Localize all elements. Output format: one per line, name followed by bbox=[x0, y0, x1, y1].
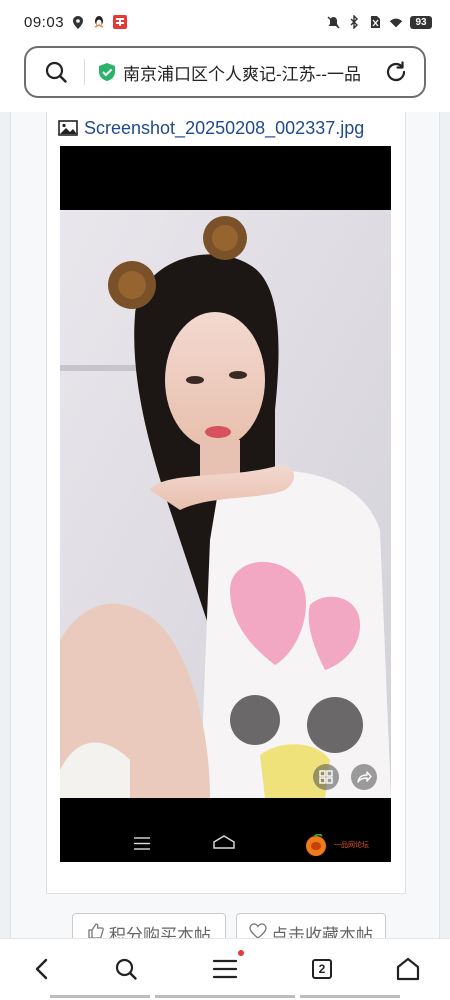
status-time: 09:03 bbox=[24, 13, 65, 31]
browser-toolbar: 2 bbox=[0, 938, 450, 1000]
secure-shield-icon bbox=[97, 62, 117, 82]
red-app-icon bbox=[113, 15, 128, 29]
share-icon[interactable] bbox=[351, 764, 377, 790]
bluetooth-icon bbox=[347, 15, 361, 29]
qq-penguin-icon bbox=[92, 15, 106, 29]
attachment-link[interactable]: Screenshot_20250208_002337.jpg bbox=[58, 116, 364, 140]
status-bar: 09:03 93 bbox=[0, 0, 450, 44]
mute-bell-icon bbox=[326, 15, 340, 29]
notification-dot bbox=[238, 950, 244, 956]
menu-icon[interactable] bbox=[209, 950, 244, 985]
browser-page: 09:03 93 南京浦口区个人爽记-江苏--一品 Screenshot_202… bbox=[0, 0, 450, 1000]
screenshot-nav-strip: 一品网论坛 bbox=[60, 812, 391, 862]
attachment-image[interactable] bbox=[60, 146, 391, 862]
search-icon[interactable] bbox=[42, 58, 70, 86]
wifi-icon bbox=[389, 15, 403, 29]
home-outline-icon bbox=[213, 835, 235, 854]
attachment-filename[interactable]: Screenshot_20250208_002337.jpg bbox=[84, 118, 364, 139]
address-divider bbox=[84, 59, 85, 85]
forum-logo-text: 一品网论坛 bbox=[334, 842, 369, 849]
home-icon[interactable] bbox=[392, 953, 424, 985]
location-pin-icon bbox=[71, 15, 85, 29]
selfie-photo bbox=[60, 210, 391, 798]
battery-indicator: 93 bbox=[410, 15, 432, 29]
grid-icon[interactable] bbox=[313, 764, 339, 790]
gesture-bar bbox=[50, 995, 150, 998]
menu-lines-icon bbox=[134, 837, 150, 855]
reload-icon[interactable] bbox=[382, 58, 410, 86]
gesture-bar bbox=[300, 995, 400, 998]
image-file-icon bbox=[58, 120, 78, 136]
gesture-bar bbox=[155, 995, 295, 998]
tabs-icon[interactable]: 2 bbox=[306, 953, 338, 985]
no-sim-icon bbox=[368, 15, 382, 29]
tab-count: 2 bbox=[312, 959, 332, 979]
back-icon[interactable] bbox=[26, 953, 58, 985]
address-bar[interactable]: 南京浦口区个人爽记-江苏--一品 bbox=[24, 46, 426, 98]
search-icon[interactable] bbox=[110, 953, 142, 985]
forum-logo: 一品网论坛 bbox=[304, 834, 369, 856]
address-title[interactable]: 南京浦口区个人爽记-江苏--一品 bbox=[123, 60, 372, 85]
